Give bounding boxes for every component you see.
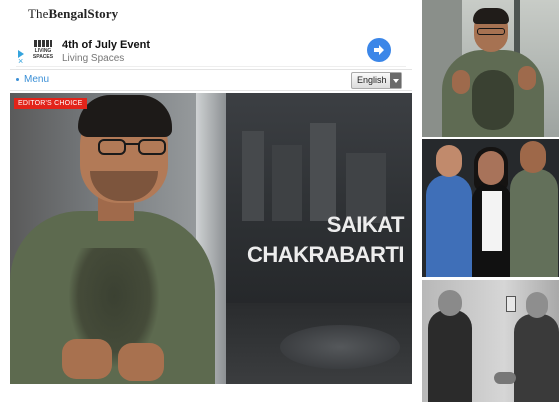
archival-person-2-head: [526, 292, 548, 318]
archival-person-1-head: [438, 290, 462, 316]
thumb-hand-right: [518, 66, 536, 90]
group-person-3-body: [510, 169, 558, 277]
presenter-hand-left: [62, 339, 112, 379]
arrow-right-icon: [374, 45, 384, 55]
video-title-line-1: SAIKAT: [326, 212, 405, 237]
glasses-bridge: [125, 143, 139, 145]
thumbnail-presenter[interactable]: [422, 0, 559, 137]
archival-person-1-body: [428, 310, 472, 402]
menu-label: Menu: [24, 74, 50, 85]
background-building: [310, 123, 336, 221]
presenter-hand-right: [118, 343, 164, 381]
thumb-person-hair: [473, 8, 509, 24]
group-person-2-head: [478, 151, 504, 185]
archival-person-2-body: [514, 314, 559, 402]
thumb-hand-left: [452, 70, 470, 94]
wall-lamp-icon: [506, 296, 516, 312]
background-building: [242, 131, 264, 221]
website-page: TheBengalStory × LIVING SPACES 4th of Ju…: [0, 0, 422, 402]
site-header: TheBengalStory: [0, 0, 422, 30]
language-selected-value: English: [357, 75, 387, 85]
glasses-icon: [477, 28, 505, 35]
dropdown-arrow-icon: [390, 73, 401, 88]
ad-go-button[interactable]: [367, 38, 391, 62]
presenter-hair: [78, 95, 172, 137]
ad-title[interactable]: 4th of July Event: [62, 39, 150, 51]
language-select[interactable]: English: [351, 72, 402, 89]
adchoices-icon[interactable]: ×: [17, 50, 27, 66]
editors-choice-badge: EDITOR'S CHOICE: [14, 98, 87, 109]
advertiser-logo: LIVING SPACES: [30, 40, 56, 60]
site-nav-bar: Menu English: [10, 69, 412, 91]
group-person-3-head: [520, 141, 546, 173]
ad-close-icon[interactable]: ×: [18, 57, 23, 66]
logo-mark-icon: [34, 40, 52, 47]
thumbnail-group-photo[interactable]: [422, 139, 559, 277]
ad-advertiser: Living Spaces: [62, 53, 125, 64]
site-logo[interactable]: TheBengalStory: [28, 6, 118, 22]
thumb-shirt-print: [472, 70, 514, 130]
logo-main: BengalStory: [48, 6, 119, 21]
group-person-1-body: [426, 175, 472, 277]
advertiser-logo-text: LIVING SPACES: [32, 48, 54, 60]
logo-prefix: The: [28, 6, 49, 21]
bullet-icon: [16, 77, 19, 81]
ad-banner[interactable]: × LIVING SPACES 4th of July Event Living…: [16, 34, 406, 67]
video-title-line-2: CHAKRABARTI: [246, 242, 405, 267]
handshake: [494, 372, 516, 384]
glasses-icon: [96, 139, 176, 157]
featured-video[interactable]: EDITOR'S CHOICE SAIKAT CHAKRABARTI: [10, 93, 412, 384]
group-person-1-head: [436, 145, 462, 177]
thumbnail-archival-photo[interactable]: [422, 280, 559, 402]
group-person-2-shirt: [482, 191, 502, 251]
menu-link[interactable]: Menu: [16, 74, 49, 85]
glasses-lens-right: [138, 139, 166, 155]
background-table: [280, 325, 400, 369]
video-title-overlay: SAIKAT CHAKRABARTI: [224, 210, 405, 270]
glasses-lens-left: [98, 139, 126, 155]
